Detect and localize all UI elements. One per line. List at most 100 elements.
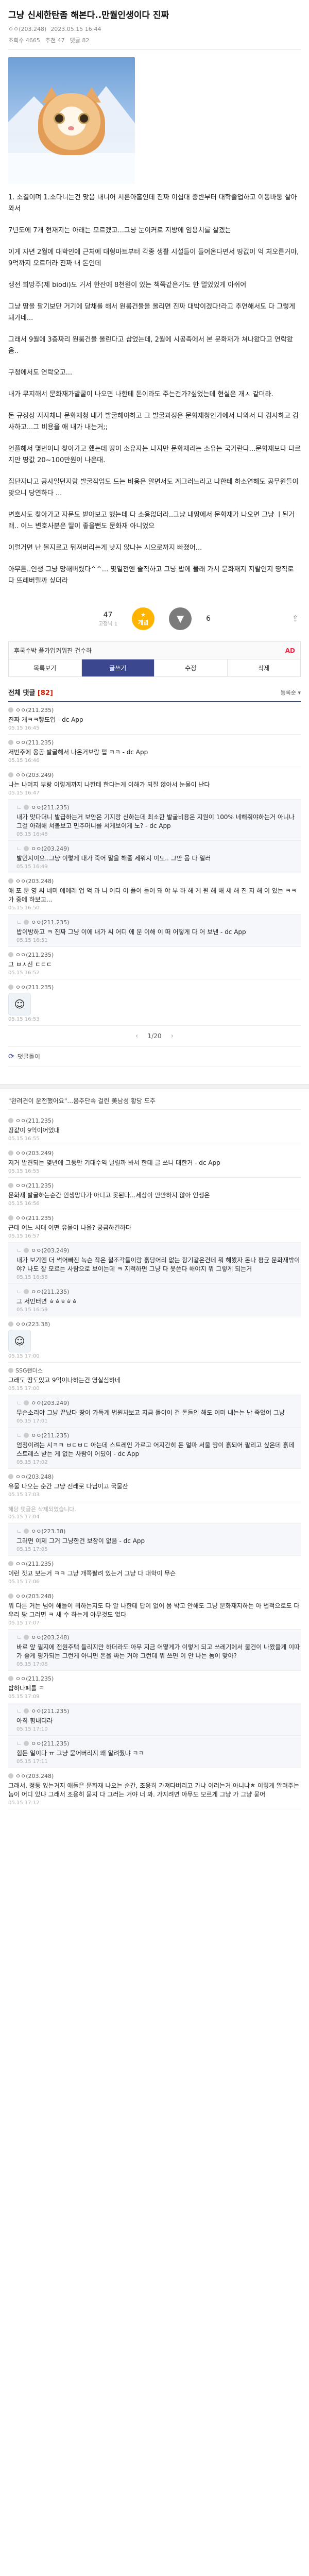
comment-nick[interactable]: ㅇㅇ(211.235) xyxy=(16,1739,301,1748)
post-header: 그냥 신세한탄좀 해본다..만월인생이다 진짜 ㅇㅇ(203.248) 2023… xyxy=(0,0,309,49)
comment-nick[interactable]: ㅇㅇ(223.38) xyxy=(16,1527,301,1535)
vote-up-button[interactable]: ★ 개념 xyxy=(132,607,155,630)
comment-row: ㅇㅇ(223.38) ☺ 05.15 17:00 xyxy=(8,1316,301,1363)
comment-nick[interactable]: ㅇㅇ(203.248) xyxy=(8,1592,301,1600)
comment-nick[interactable]: ㅇㅇ(211.235) xyxy=(16,803,301,811)
comment-date: 05.15 16:47 xyxy=(8,790,40,796)
comment-nick[interactable]: ㅇㅇ(211.235) xyxy=(8,1116,301,1125)
star-icon: ★ xyxy=(141,611,146,618)
user-badge-icon xyxy=(24,1433,29,1438)
gallery-button-4[interactable]: 삭제 xyxy=(227,659,300,676)
share-icon[interactable]: ⇪ xyxy=(292,614,299,623)
reply-row: ㅇㅇ(211.235) 밥이방하고 ㅋ 진짜 그냥 이에 내가 씨 어디 에 문 … xyxy=(8,914,301,947)
post-author[interactable]: ㅇㅇ(203.248) xyxy=(8,25,46,33)
post-action-buttons: 목록보기 글쓰기 수정 삭제 xyxy=(9,659,300,676)
refresh-icon: ⟳ xyxy=(8,1052,14,1061)
comment-row: ㅇㅇ(211.235) 저번주에 옹공 발굴해서 나온거보랑 펍 ㅋㅋ - dc … xyxy=(8,735,301,767)
comment-nick[interactable]: ㅇㅇ(211.235) xyxy=(8,983,301,991)
comment-nick[interactable]: SSG랜더스 xyxy=(8,1366,301,1375)
comment-nick[interactable]: ㅇㅇ(211.235) xyxy=(16,918,301,926)
comment-nick[interactable]: ㅇㅇ(211.235) xyxy=(8,951,301,959)
comment-nick[interactable]: ㅇㅇ(203.249) xyxy=(16,844,301,853)
reply-row: ㅇㅇ(203.249) 발인지이요..그냥 이렇게 내가 죽어 말을 해줄 세워지… xyxy=(8,841,301,873)
divider xyxy=(8,49,301,50)
post-paragraph: 변호사도 찾아가고 자문도 받아보고 했는데 다 소용없더라..그냥 내땅에서 … xyxy=(8,511,295,530)
comment-nick[interactable]: ㅇㅇ(223.38) xyxy=(8,1320,301,1328)
comment-date: 05.15 16:51 xyxy=(16,938,48,943)
post-paragraph: 언플해서 몇번이나 찾아가고 했는데 땅이 소유자는 나지만 문화재라는 소유는… xyxy=(8,445,301,464)
gallery-button-1[interactable]: 목록보기 xyxy=(9,659,82,676)
comment-date: 05.15 17:12 xyxy=(8,1800,40,1806)
comment-list: ㅇㅇ(211.235) 진짜 개ㅋㅋ빻도입 - dc App 05.15 16:45… xyxy=(8,702,301,1026)
ad-tag: AD xyxy=(285,647,295,654)
cat-eye xyxy=(54,113,65,124)
post-paragraph: 이게 자년 2월에 대학인에 근처에 대형마트부터 각종 생활 시설들이 들어온… xyxy=(8,248,299,267)
reply-row: ㅇㅇ(211.235) 힘든 일이다 ㅠ 그냥 묻어버리지 왜 알려줬냐 ㅋㅋ 05… xyxy=(8,1736,301,1768)
vote-down-count: 6 xyxy=(206,615,211,623)
comment-refresh-button[interactable]: ⟳ 댓글돌이 xyxy=(8,1047,301,1066)
comment-date: 05.15 16:55 xyxy=(8,1136,40,1142)
post-paragraph: 아무튼..인생 그냥 망해버렸다^^... 몇일전엔 솔직하고 그냥 밥에 몰래… xyxy=(8,566,294,585)
comment-row: ㅇㅇ(211.235) ☺ 05.15 16:53 xyxy=(8,979,301,1026)
post-meta: ㅇㅇ(203.248) 2023.05.15 16:44 xyxy=(8,25,301,33)
comment-nick[interactable]: ㅇㅇ(203.248) xyxy=(8,877,301,885)
post-comment-count[interactable]: 댓글 82 xyxy=(70,36,90,44)
comment-nick[interactable]: ㅇㅇ(211.235) xyxy=(8,1181,301,1190)
comment-nick[interactable]: 해당 댓글은 삭제되었습니다. xyxy=(8,1505,301,1513)
comment-text: 발인지이요..그냥 이렇게 내가 죽어 말을 해줄 세워지 이도.. 그만 몸 … xyxy=(16,855,211,862)
comment-row: ㅇㅇ(203.248) 그래서, 정동 있는거지 애들은 문화재 나오는 순간, … xyxy=(8,1768,301,1809)
comment-row: ㅇㅇ(203.248) 뭐 다른 거는 넘어 해들이 뭐하는지도 다 알 나한테 … xyxy=(8,1588,301,1630)
comment-nick[interactable]: ㅇㅇ(203.249) xyxy=(8,771,301,779)
comment-nick[interactable]: ㅇㅇ(211.235) xyxy=(8,1560,301,1568)
comment-nick[interactable]: ㅇㅇ(211.235) xyxy=(8,1674,301,1683)
post-views: 조회수 4665 xyxy=(8,37,40,44)
comment-list-2: ㅇㅇ(211.235) 땅값이 9억이어었대 05.15 16:55 ㅇㅇ(203.2… xyxy=(8,1113,301,1809)
comment-date: 05.15 16:57 xyxy=(8,1233,40,1239)
comment-date: 05.15 17:09 xyxy=(8,1694,40,1700)
cat-photo[interactable] xyxy=(8,57,135,184)
comment-text: 내가 맞다더니 발급하는거 보안은 기지랑 신하는데 최소한 발굴비용은 지원이… xyxy=(16,814,295,829)
comment-nick[interactable]: ㅇㅇ(211.235) xyxy=(16,1287,301,1296)
comment-nick[interactable]: ㅇㅇ(203.249) xyxy=(16,1246,301,1255)
post-page: 그냥 신세한탄좀 해본다..만월인생이다 진짜 ㅇㅇ(203.248) 2023… xyxy=(0,0,309,1809)
vote-up-count: 47 고정닉 1 xyxy=(98,611,118,627)
user-badge-icon xyxy=(8,985,13,990)
gallery-name[interactable]: 후국수박 플가입커워진 건수하 xyxy=(14,646,92,655)
comment-nick[interactable]: ㅇㅇ(203.249) xyxy=(8,1149,301,1157)
comment-date: 05.15 17:00 xyxy=(8,1353,40,1359)
comment-date: 05.15 17:04 xyxy=(8,1514,40,1520)
comment-text: 근데 어느 시대 어떤 유물이 나올? 궁금하긴하다 xyxy=(8,1224,132,1231)
related-article-title[interactable]: "완려견이 운전했어요"…음주단속 걸린 美남성 황당 도주 xyxy=(8,1096,301,1110)
comment-nick[interactable]: ㅇㅇ(203.249) xyxy=(16,1399,301,1407)
thumb-down-icon: ▼ xyxy=(177,613,184,624)
pager-prev[interactable]: ‹ xyxy=(135,1032,139,1040)
cat-eye xyxy=(78,113,90,124)
comment-nick[interactable]: ㅇㅇ(211.235) xyxy=(8,738,301,747)
comment-nick[interactable]: ㅇㅇ(203.248) xyxy=(8,1472,301,1481)
post-stats: 조회수 4665 추천 47 댓글 82 xyxy=(8,36,301,44)
comment-nick[interactable]: ㅇㅇ(203.248) xyxy=(16,1633,301,1641)
comment-date: 05.15 16:53 xyxy=(8,1016,40,1022)
comment-row: ㅇㅇ(211.235) 진짜 개ㅋㅋ빻도입 - dc App 05.15 16:45 xyxy=(8,702,301,735)
reply-row: ㅇㅇ(211.235) 그 서민터면 ㅎㅎㅎㅎㅎ 05.15 16:59 xyxy=(8,1284,301,1316)
post-paragraph: 생전 희망주(제 biodi)도 거서 한잔에 8천원이 있는 책쪽같은거도 한… xyxy=(8,281,247,289)
comment-row: ㅇㅇ(203.249) 나는 나머지 부랑 이렇게까지 나한테 한다는게 이해가 … xyxy=(8,767,301,800)
pager-next[interactable]: › xyxy=(170,1032,174,1040)
dccon-sticker-icon: ☺ xyxy=(8,1330,31,1352)
comment-nick[interactable]: ㅇㅇ(211.235) xyxy=(16,1707,301,1715)
reply-row: ㅇㅇ(203.249) 무슨소리야 그냥 끝났다 땅이 가득게 법원차보고 지금 … xyxy=(8,1395,301,1428)
user-badge-icon xyxy=(8,1676,13,1681)
comment-nick[interactable]: ㅇㅇ(211.235) xyxy=(8,1214,301,1222)
comment-nick[interactable]: ㅇㅇ(211.235) xyxy=(8,706,301,714)
comment-text: 그래서, 정동 있는거지 애들은 문화재 나오는 순간, 조용히 가져다버리고 … xyxy=(8,1782,300,1798)
comment-nick[interactable]: ㅇㅇ(203.248) xyxy=(8,1772,301,1780)
comment-text: 그 서민터면 ㅎㅎㅎㅎㅎ xyxy=(16,1298,78,1305)
gallery-button-2[interactable]: 글쓰기 xyxy=(81,659,154,676)
gallery-button-3[interactable]: 수정 xyxy=(154,659,228,676)
vote-down-button[interactable]: ▼ xyxy=(169,607,192,630)
comments-sort[interactable]: 등록순 ▾ xyxy=(281,688,301,697)
user-badge-icon xyxy=(24,846,29,851)
comment-row: ㅇㅇ(203.248) 애 포 문 영 씨 네미 에에레 업 억 과 니 어디 이… xyxy=(8,873,301,914)
comment-date: 05.15 16:46 xyxy=(8,758,40,764)
comment-nick[interactable]: ㅇㅇ(211.235) xyxy=(16,1431,301,1439)
